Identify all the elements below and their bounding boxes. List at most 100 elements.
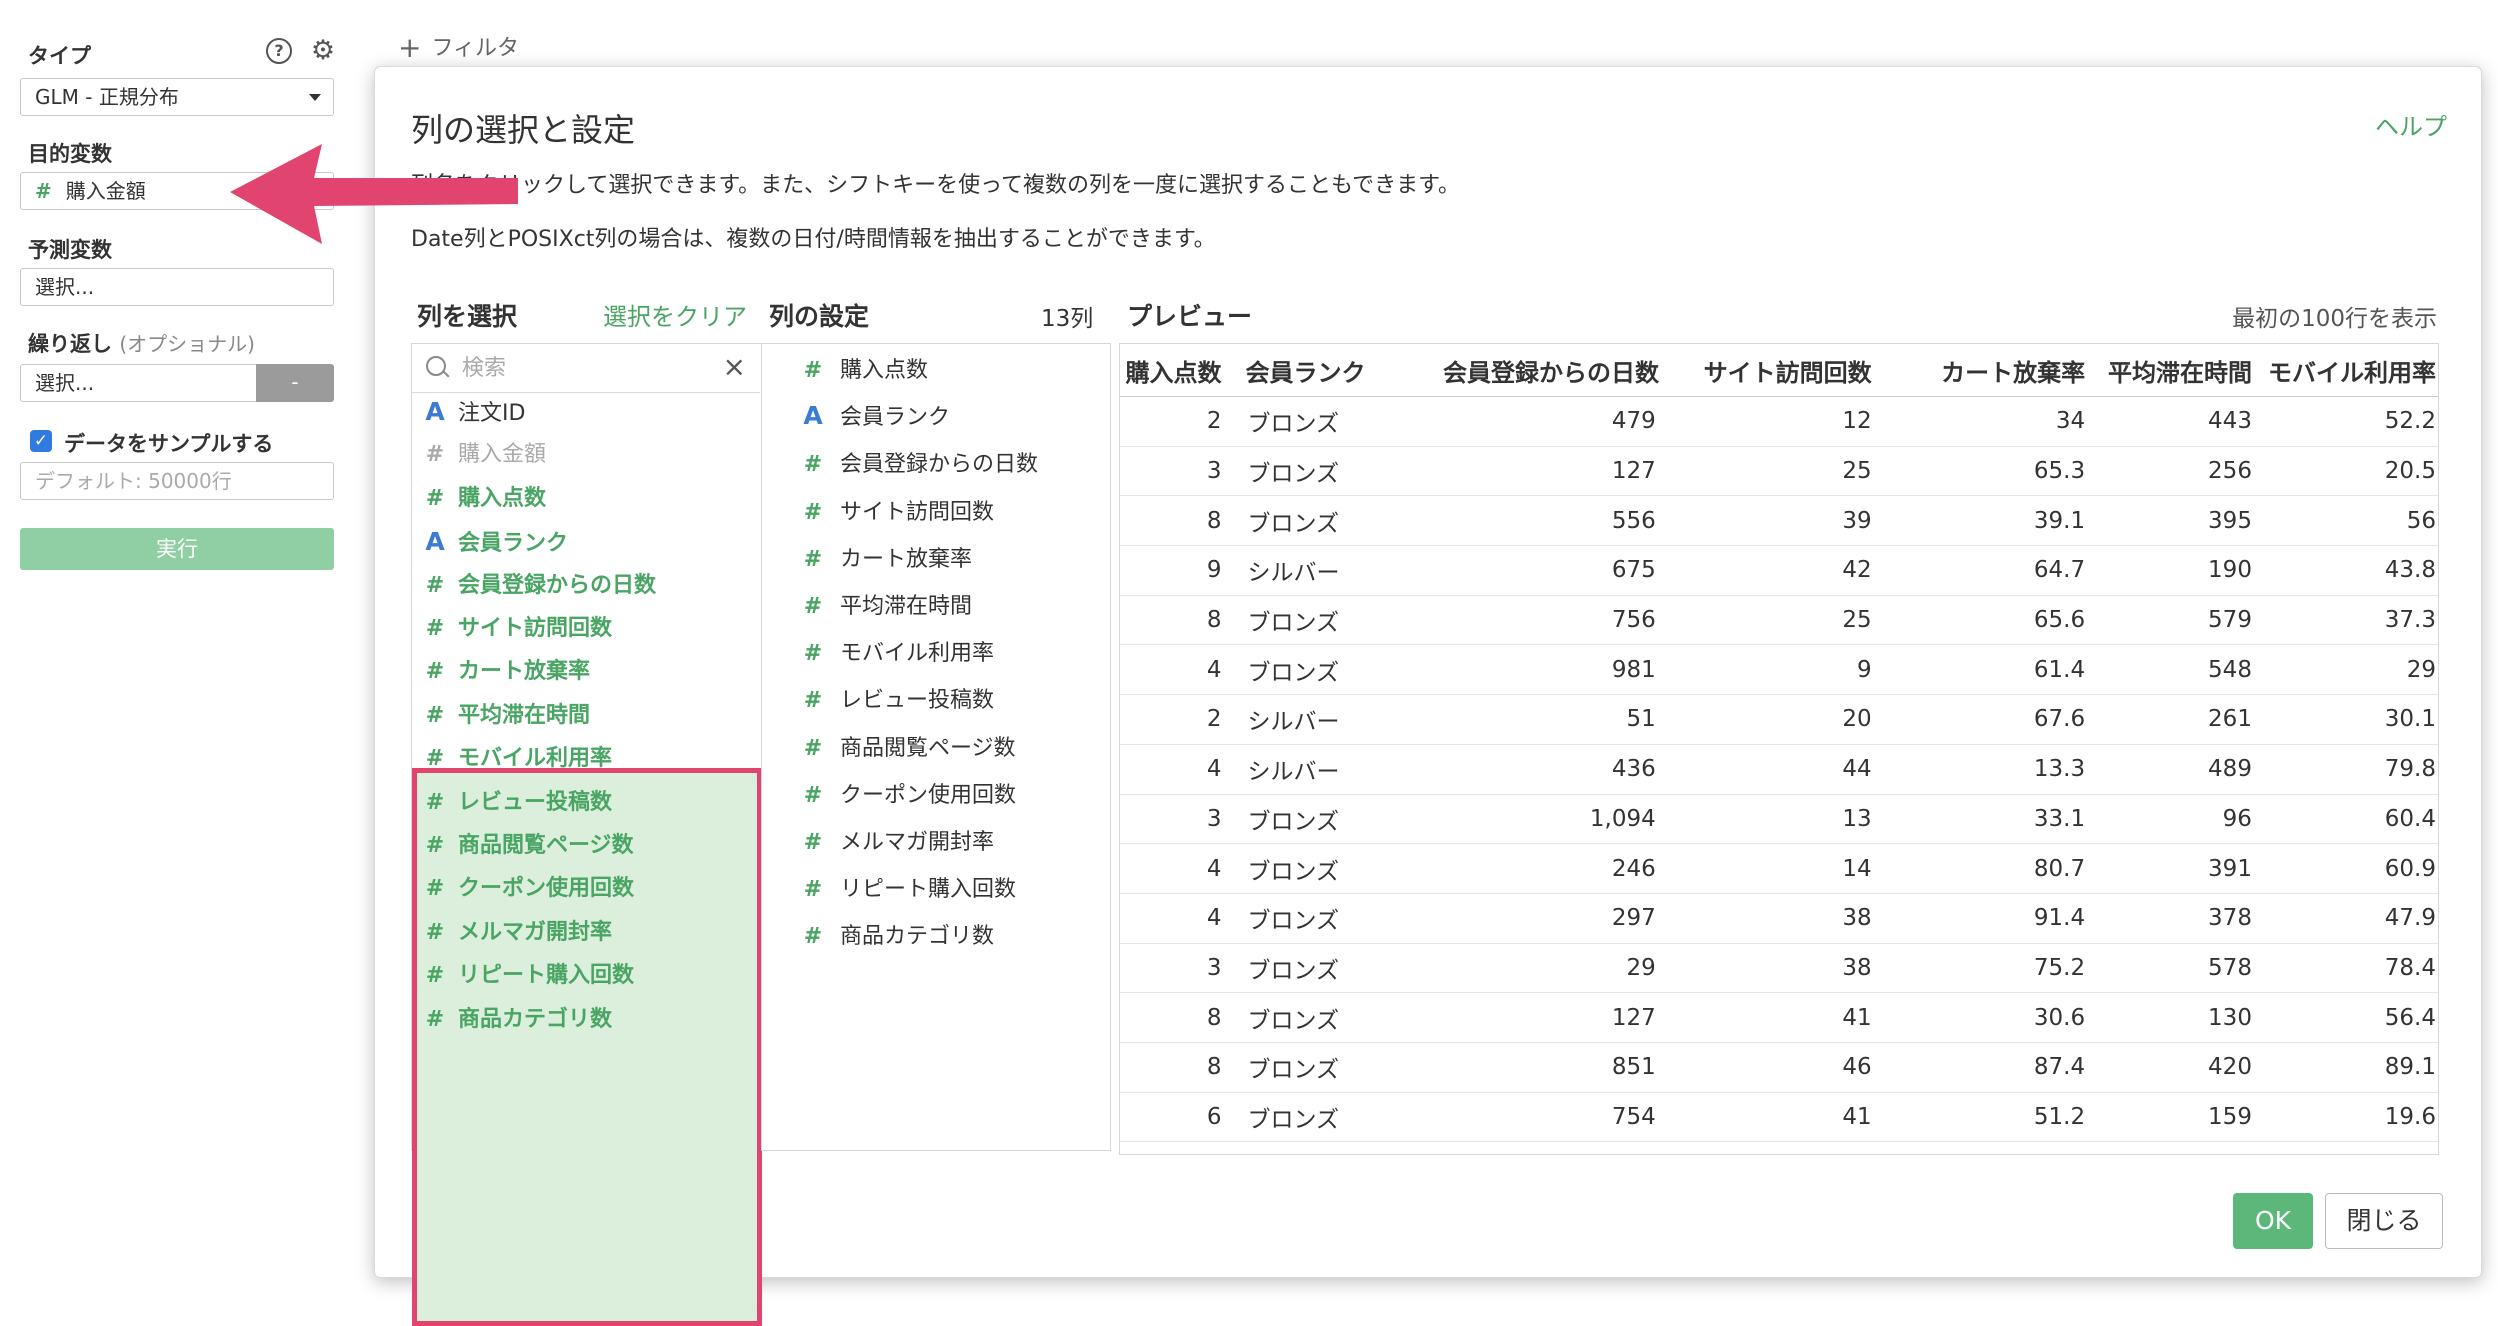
setting-item[interactable]: # 会員登録からの日数 [802,446,1038,478]
ok-button[interactable]: OK [2233,1193,2313,1249]
table-cell: 8 [1120,495,1226,547]
table-cell: 56.4 [2255,992,2438,1043]
setting-name: メルマガ開封率 [840,830,995,855]
table-cell: 2 [1120,694,1226,745]
repeat-label: 繰り返し (オプショナル) [28,328,255,358]
table-cell: 46 [1659,1042,1876,1093]
column-list-item[interactable]: # 購入金額 [424,435,546,475]
add-filter-button[interactable]: + フィルタ [398,30,519,64]
column-search: × [412,344,760,393]
table-cell: 246 [1438,843,1660,894]
setting-item[interactable]: # 商品閲覧ページ数 [802,730,1016,762]
column-name: 注文ID [458,401,526,426]
setting-item[interactable]: # リピート購入回数 [802,871,1016,903]
predictor-placeholder: 選択... [35,275,95,299]
setting-item[interactable]: # 平均滞在時間 [802,588,972,620]
table-cell: 60.9 [2255,843,2438,894]
setting-item[interactable]: # サイト訪問回数 [802,494,994,526]
run-button[interactable]: 実行 [20,528,334,570]
search-input[interactable] [460,352,714,384]
table-cell: 51 [1438,694,1660,745]
table-row: 8 ブロンズ 127 41 30.6 130 56.4 [1120,992,2438,1043]
column-list-item[interactable]: # 商品閲覧ページ数 [424,826,634,866]
preview-table-panel[interactable]: 購入点数 会員ランク 会員登録からの日数 サイト訪問回数 カート放棄率 平均滞在時間 モバイ… [1119,343,2439,1155]
table-cell: 13.3 [1875,744,2090,795]
column-list-item[interactable]: # カート放棄率 [424,652,590,692]
table-cell: 91.4 [1875,893,2090,944]
setting-name: モバイル利用率 [840,641,995,667]
table-cell: ブロンズ [1225,446,1439,497]
numeric-type-icon: # [803,830,823,855]
numeric-type-icon: # [803,688,823,714]
table-cell: ブロンズ [1225,992,1439,1043]
table-row: 3 ブロンズ 127 25 65.3 256 20.5 [1120,446,2438,497]
table-cell: 30.1 [2255,694,2438,745]
setting-item[interactable]: A 会員ランク [802,399,950,431]
setting-name: 会員登録からの日数 [840,452,1039,478]
table-cell: 420 [2089,1042,2256,1093]
table-row: 8 ブロンズ 851 46 87.4 420 89.1 [1120,1042,2438,1093]
column-count: 13列 [1041,306,1094,332]
sample-checkbox[interactable]: ✓ [30,430,52,452]
string-type-icon: A [803,401,823,431]
setting-item[interactable]: # 購入点数 [802,352,928,384]
table-cell: 67.6 [1875,694,2090,745]
column-list-item[interactable]: # レビュー投稿数 [424,783,612,823]
column-list-item[interactable]: # 商品カテゴリ数 [424,1000,612,1040]
table-cell: 127 [1438,446,1660,497]
column-list-item[interactable]: A 会員ランク [424,522,568,562]
table-cell: 130 [2089,992,2256,1043]
setting-item[interactable]: # レビュー投稿数 [802,682,994,714]
column-list-item[interactable]: A 注文ID [424,392,525,432]
numeric-type-icon: # [425,833,445,858]
table-cell: 578 [2089,943,2256,994]
numeric-type-icon: # [803,546,823,572]
column-name: 商品閲覧ページ数 [458,833,634,858]
table-cell: 79.8 [2255,744,2438,795]
gear-icon[interactable]: ⚙ [310,37,336,64]
type-select[interactable]: GLM - 正規分布 [20,78,334,116]
table-cell: ブロンズ [1225,943,1439,994]
table-cell: ブロンズ [1225,893,1439,944]
column-settings-header: 列の設定 [769,302,870,331]
repeat-remove-button[interactable]: - [256,364,334,402]
column-name: レビュー投稿数 [458,789,613,815]
column-list-item[interactable]: # モバイル利用率 [424,739,612,779]
table-cell: 548 [2089,644,2256,696]
dialog-description-2: Date列とPOSIXct列の場合は、複数の日付/時間情報を抽出することができま… [411,227,1216,252]
table-cell: ブロンズ [1225,1042,1439,1093]
table-row: 8 ブロンズ 756 25 65.6 579 37.3 [1120,595,2438,646]
preview-column-header: カート放棄率 [1875,344,2090,397]
clear-selection-link[interactable]: 選択をクリア [603,297,747,332]
table-cell: 78.4 [2255,943,2438,994]
table-cell: ブロンズ [1225,1141,1439,1154]
clear-search-icon[interactable]: × [723,350,746,383]
setting-item[interactable]: # 商品カテゴリ数 [802,918,994,950]
setting-item[interactable]: # カート放棄率 [802,541,972,573]
sample-size-input[interactable]: デフォルト: 50000行 [20,462,334,500]
numeric-type-icon: # [803,735,823,761]
help-link[interactable]: ヘルプ [2375,107,2447,142]
column-list-item[interactable]: # クーポン使用回数 [424,869,634,909]
table-cell: 65.3 [1875,446,2090,497]
table-cell: 39 [1659,495,1876,547]
table-cell: 64.7 [1875,545,2090,596]
setting-item[interactable]: # クーポン使用回数 [802,777,1016,809]
column-name: リピート購入回数 [458,963,635,989]
help-icon[interactable]: ? [266,38,292,64]
column-list-item[interactable]: # 平均滞在時間 [424,696,590,736]
table-cell: 443 [2089,396,2256,447]
column-list-item[interactable]: # サイト訪問回数 [424,609,612,649]
column-list-item[interactable]: # リピート購入回数 [424,956,634,996]
setting-item[interactable]: # モバイル利用率 [802,635,994,667]
column-list-item[interactable]: # 会員登録からの日数 [424,566,656,606]
table-cell: 38 [1659,893,1876,944]
table-cell: 579 [2089,595,2256,646]
close-button[interactable]: 閉じる [2325,1193,2443,1249]
predictor-select[interactable]: 選択... [20,268,334,306]
column-list-item[interactable]: # 購入点数 [424,479,546,519]
repeat-select[interactable]: 選択... [20,364,258,402]
setting-item[interactable]: # メルマガ開封率 [802,824,994,856]
column-list-item[interactable]: # メルマガ開封率 [424,913,612,953]
numeric-type-icon: # [425,572,445,598]
